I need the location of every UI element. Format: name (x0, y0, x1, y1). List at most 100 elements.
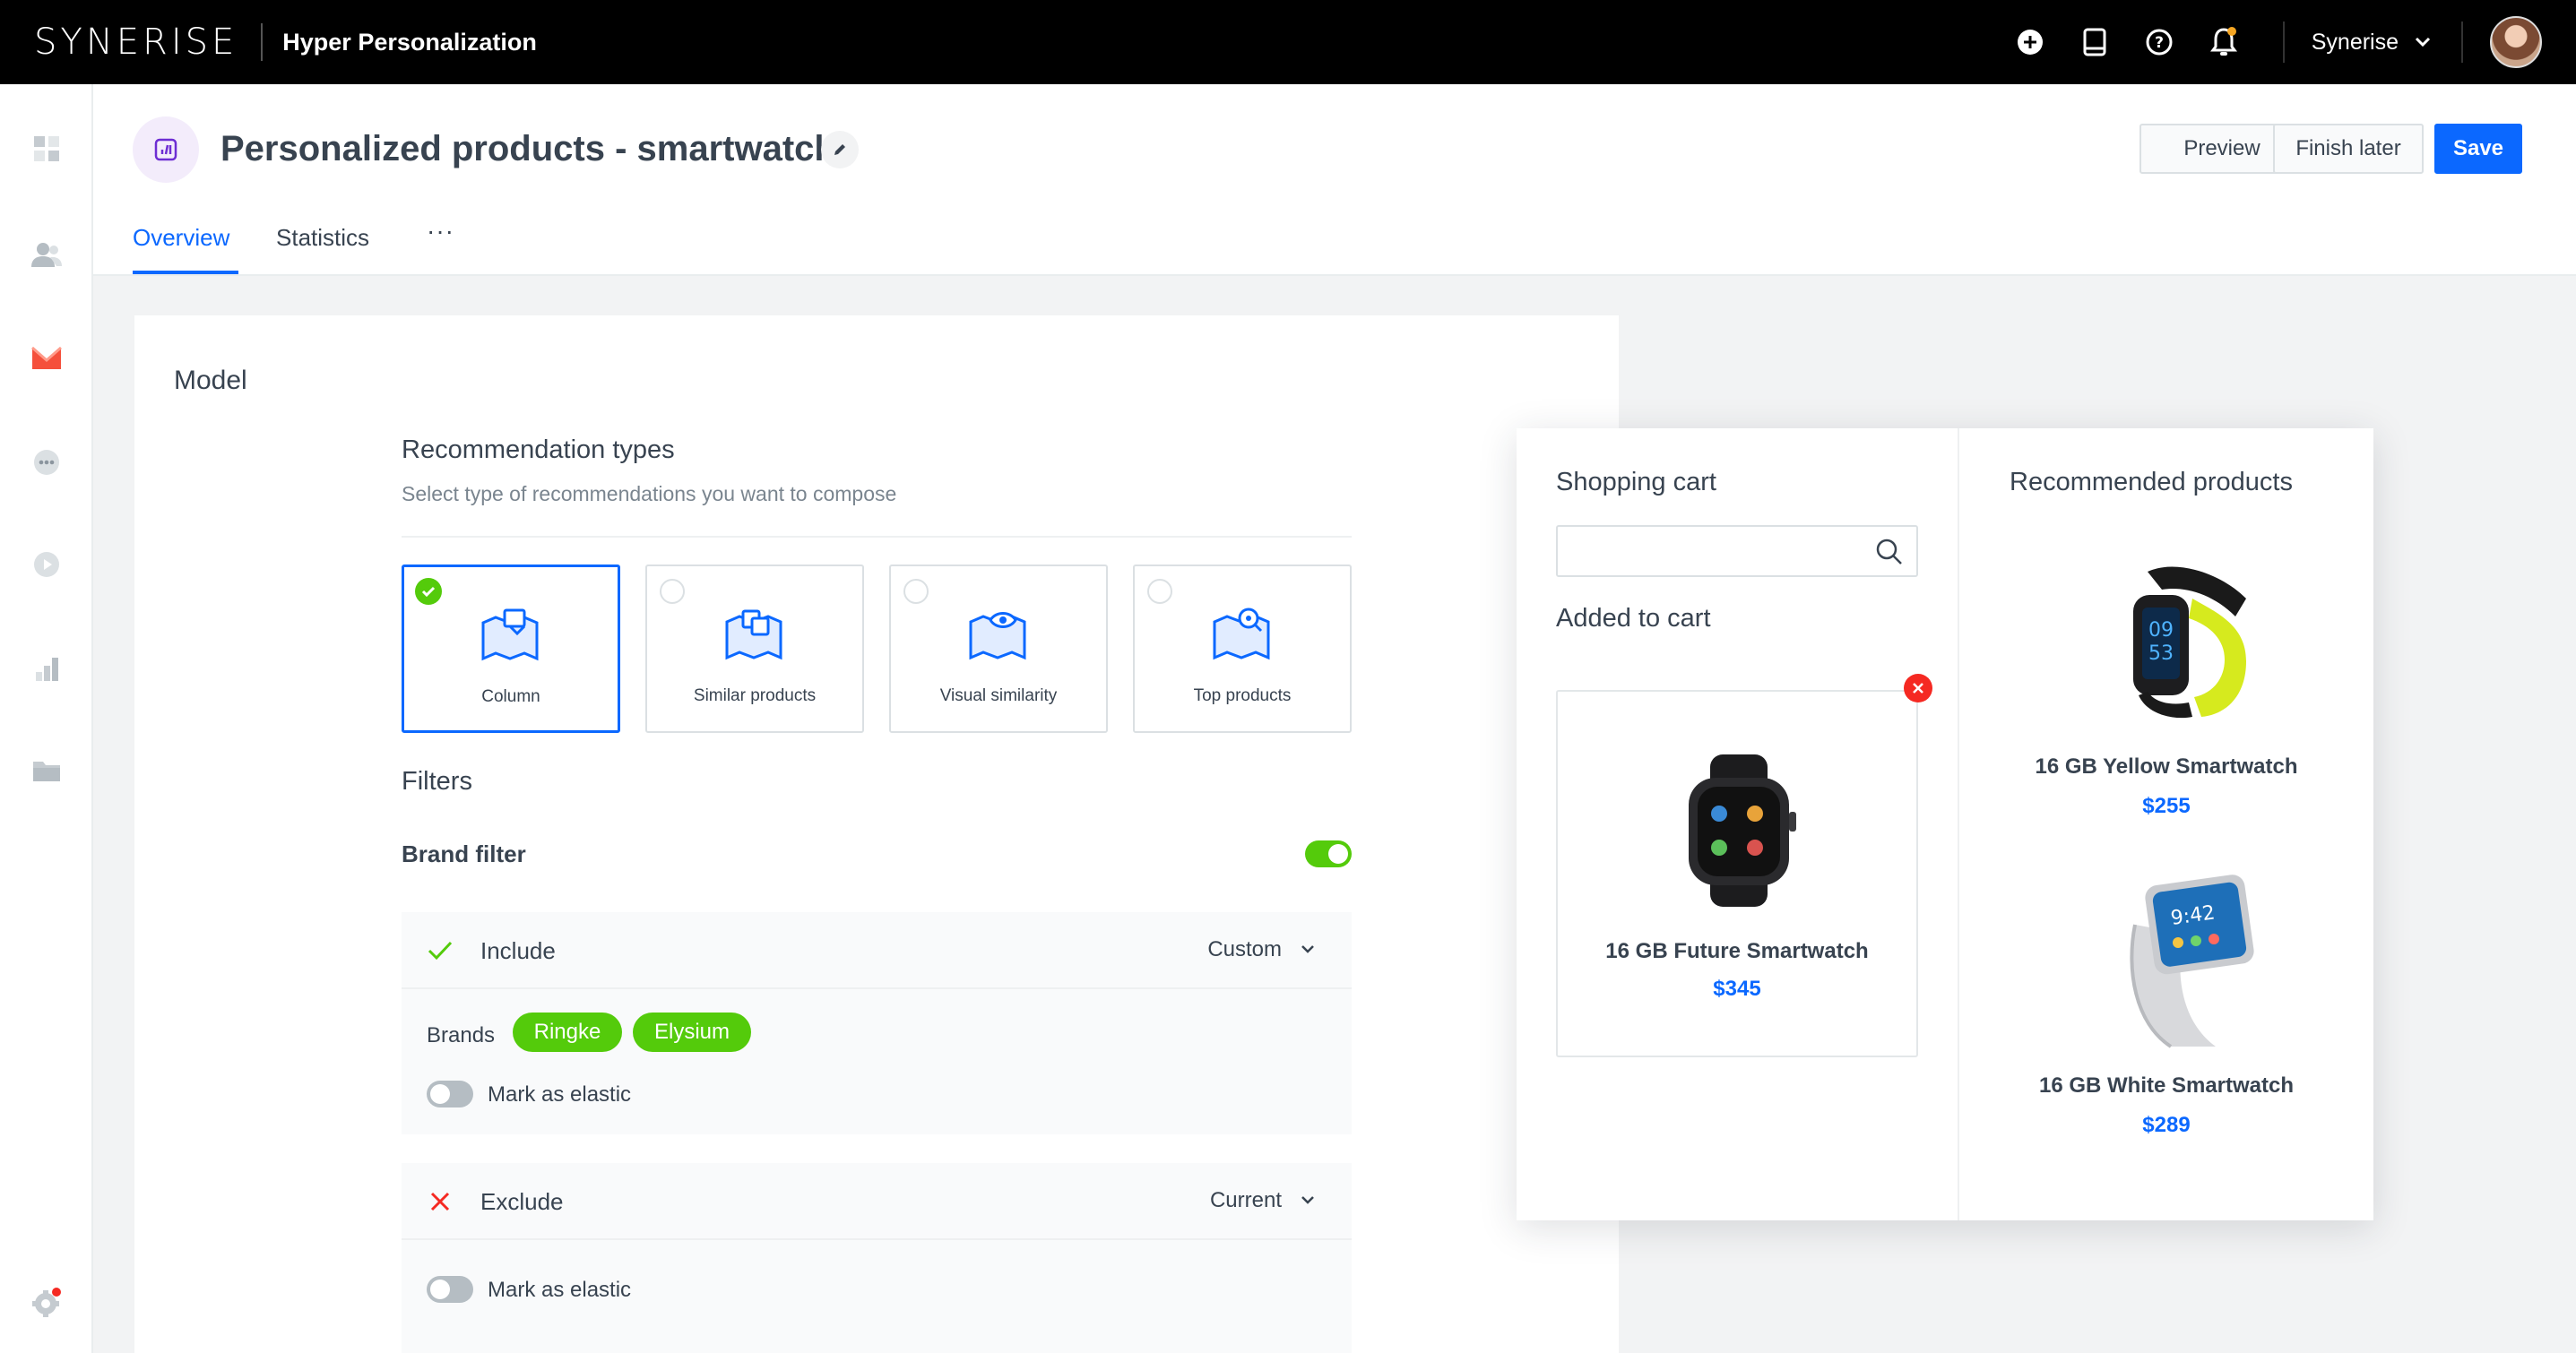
app-name[interactable]: Hyper Personalization (282, 29, 537, 56)
pencil-icon (834, 144, 845, 155)
help-icon[interactable]: ? (2141, 24, 2177, 60)
cart-product-name[interactable]: 16 GB Future Smartwatch (1558, 939, 1916, 964)
close-icon (1913, 683, 1923, 694)
radio-button[interactable] (1147, 579, 1172, 604)
account-switcher[interactable]: Synerise (2312, 30, 2431, 56)
chat-icon[interactable] (29, 444, 65, 480)
top-divider (2461, 22, 2463, 63)
include-filter-block: Include Custom Brands Ringke Elysium Mar… (402, 912, 1352, 1134)
rec-type-top-products[interactable]: Top products (1133, 564, 1352, 733)
added-to-cart-title: Added to cart (1556, 604, 1711, 633)
search-icon (1876, 539, 1902, 564)
recommended-product-price: $255 (2142, 794, 2191, 818)
exclude-select[interactable]: Current (1210, 1188, 1282, 1213)
recommended-product-name[interactable]: 16 GB White Smartwatch (1959, 1073, 2373, 1099)
account-name: Synerise (2311, 29, 2399, 55)
include-elastic-label: Mark as elastic (488, 1082, 632, 1107)
radio-button[interactable] (903, 579, 929, 604)
remove-item-button[interactable] (1904, 674, 1932, 702)
finish-later-button[interactable]: Finish later (2273, 124, 2424, 174)
play-icon[interactable] (29, 547, 65, 582)
top-bar-actions: ? Synerise (2012, 0, 2576, 84)
rec-type-similar-products[interactable]: Similar products (645, 564, 864, 733)
plus-circle-icon[interactable] (2012, 24, 2048, 60)
card-label: Column (481, 687, 540, 706)
include-label: Include (480, 937, 556, 964)
sidebar (0, 84, 93, 1353)
save-button[interactable]: Save (2434, 124, 2522, 174)
brand-filter-label: Brand filter (402, 840, 526, 867)
recommendation-types-subtitle: Select type of recommendations you want … (402, 482, 897, 505)
brand-chip[interactable]: Ringke (513, 1013, 622, 1052)
cart-item-card: 16 GB Future Smartwatch $345 (1556, 690, 1918, 1057)
edit-title-button[interactable] (821, 131, 859, 168)
settings-icon[interactable] (29, 1285, 65, 1321)
column-icon (481, 608, 539, 661)
recommended-product-price: $289 (2142, 1113, 2191, 1137)
visual-similarity-icon (969, 612, 1026, 660)
page-header: Personalized products - smartwatch Previ… (93, 84, 2576, 276)
users-icon[interactable] (29, 237, 65, 272)
top-divider (2282, 22, 2285, 63)
active-tab-indicator (133, 271, 238, 274)
recommended-products-title: Recommended products (2010, 468, 2293, 496)
top-bar: SYNERISE Hyper Personalization ? Syneris… (0, 0, 2576, 84)
model-title: Model (174, 366, 247, 395)
svg-text:09: 09 (2148, 619, 2174, 642)
rec-type-column[interactable]: Column (402, 564, 620, 733)
brand-filter-toggle[interactable] (1305, 840, 1352, 867)
logo-divider (261, 23, 264, 61)
smartwatch-black-image (1689, 754, 1796, 907)
tab-statistics[interactable]: Statistics (276, 224, 369, 252)
card-label: Visual similarity (939, 686, 1058, 705)
preview-widget: Shopping cart Added to cart 16 GB Future… (1517, 428, 2373, 1220)
more-tabs-button[interactable]: ··· (427, 217, 454, 246)
rec-type-visual-similarity[interactable]: Visual similarity (889, 564, 1108, 733)
brands-label: Brands (427, 1023, 496, 1047)
shopping-cart-title: Shopping cart (1556, 468, 1716, 496)
check-icon (415, 578, 442, 605)
user-avatar[interactable] (2490, 16, 2542, 68)
brand-chip[interactable]: Elysium (633, 1013, 751, 1052)
exclude-header[interactable]: Exclude Current (402, 1163, 1352, 1240)
radio-button[interactable] (660, 579, 685, 604)
chevron-down-icon (2415, 37, 2431, 47)
chevron-down-icon[interactable] (1300, 937, 1316, 961)
filters-title: Filters (402, 767, 472, 796)
recommendation-types-title: Recommendation types (402, 435, 675, 464)
recommended-product-name[interactable]: 16 GB Yellow Smartwatch (1959, 754, 2373, 780)
model-panel: Model Recommendation types Select type o… (134, 315, 1619, 1353)
bell-icon[interactable] (2206, 24, 2242, 60)
svg-text:53: 53 (2148, 642, 2174, 665)
notification-dot (2226, 27, 2236, 36)
exclude-elastic-toggle[interactable] (427, 1276, 473, 1303)
similar-products-icon (725, 609, 782, 660)
cart-product-price: $345 (1713, 977, 1761, 1001)
chevron-down-icon[interactable] (1300, 1188, 1316, 1211)
card-label: Similar products (693, 686, 817, 705)
folder-icon[interactable] (29, 753, 65, 789)
widget-divider (1958, 428, 1959, 1220)
smartwatch-white-image: 9:42 (2130, 875, 2254, 1048)
tab-overview[interactable]: Overview (133, 224, 229, 252)
include-select[interactable]: Custom (1207, 937, 1282, 962)
cart-search-input[interactable] (1556, 525, 1918, 577)
book-icon[interactable] (2077, 24, 2113, 60)
include-elastic-toggle[interactable] (427, 1081, 473, 1107)
dashboard-icon[interactable] (29, 131, 65, 167)
synerise-logo[interactable]: SYNERISE (34, 22, 238, 63)
include-header[interactable]: Include Custom (402, 912, 1352, 989)
divider (402, 536, 1352, 538)
exclude-label: Exclude (480, 1188, 564, 1215)
smartwatch-yellow-image: 09 53 (2133, 566, 2246, 719)
svg-text:?: ? (2155, 34, 2164, 52)
exclude-filter-block: Exclude Current Mark as elastic (402, 1163, 1352, 1353)
check-icon (428, 941, 453, 961)
close-icon (430, 1192, 450, 1211)
top-products-icon (1213, 608, 1270, 660)
page-title: Personalized products - smartwatch (220, 129, 836, 168)
analytics-icon[interactable] (29, 651, 65, 686)
exclude-elastic-label: Mark as elastic (488, 1278, 632, 1302)
campaign-icon[interactable] (29, 340, 65, 376)
personalization-icon (133, 116, 199, 183)
